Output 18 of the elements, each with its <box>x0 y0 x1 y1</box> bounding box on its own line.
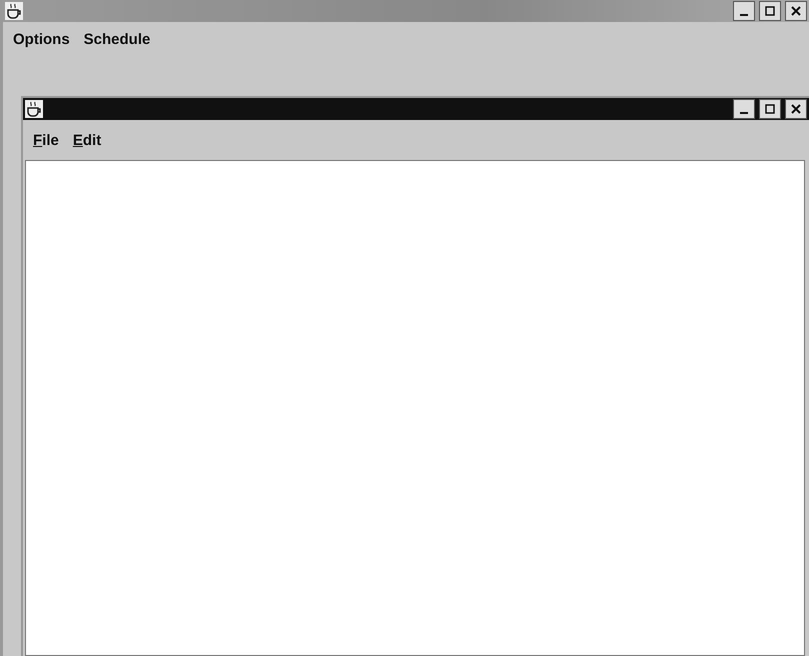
menu-item[interactable]: Edit <box>72 132 102 148</box>
close-icon <box>791 6 801 16</box>
minimize-icon <box>740 112 748 114</box>
menu-item[interactable]: File <box>33 132 59 148</box>
minimize-button[interactable] <box>733 99 755 119</box>
close-icon <box>791 104 801 114</box>
close-button[interactable] <box>785 99 807 119</box>
coffee-cup-icon <box>25 100 43 118</box>
maximize-button[interactable] <box>759 1 781 21</box>
maximize-icon <box>765 6 775 16</box>
coffee-cup-icon <box>5 2 23 20</box>
minimize-button[interactable] <box>733 1 755 21</box>
close-button[interactable] <box>785 1 807 21</box>
menu-item[interactable]: Options <box>13 30 70 48</box>
minimize-icon <box>740 14 748 16</box>
maximize-button[interactable] <box>759 99 781 119</box>
menu-item[interactable]: Schedule <box>84 30 150 48</box>
maximize-icon <box>765 104 775 114</box>
